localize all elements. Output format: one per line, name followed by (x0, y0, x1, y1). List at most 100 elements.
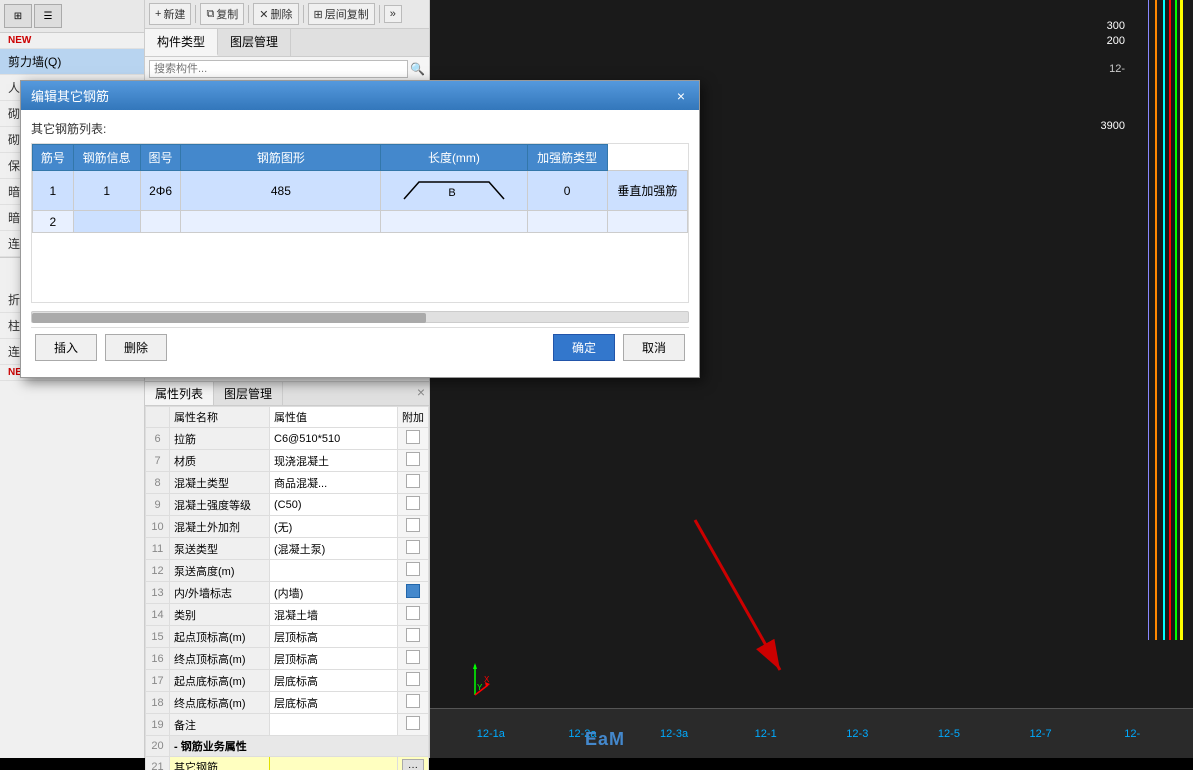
dialog-title: 编辑其它钢筋 (31, 86, 109, 105)
sidebar-new-label1: NEW (0, 33, 144, 49)
toolbar-sep4 (379, 5, 380, 23)
col-num-header (146, 407, 170, 428)
tab-component-type[interactable]: 构件类型 (145, 29, 218, 56)
middle-tabs: 构件类型 图层管理 (145, 29, 429, 57)
axis-label-12-7: 12-7 (1000, 728, 1082, 740)
checkbox[interactable] (406, 562, 420, 576)
checkbox[interactable] (406, 518, 420, 532)
list-view-btn[interactable]: ☰ (34, 4, 62, 28)
coordinate-icon: Y X (460, 660, 490, 700)
row1-shape: B (381, 171, 527, 211)
table-row: 15起点顶标高(m)层顶标高 (146, 626, 429, 648)
checkbox[interactable] (406, 672, 420, 686)
axis-label-12-1: 12-1 (725, 728, 807, 740)
insert-button[interactable]: 插入 (35, 334, 97, 361)
checkbox[interactable] (406, 694, 420, 708)
more-button[interactable]: » (384, 5, 402, 23)
checkbox[interactable] (406, 540, 420, 554)
table-row: 11泵送类型(混凝土泵) (146, 538, 429, 560)
tab-layer-manage[interactable]: 图层管理 (218, 29, 291, 56)
toolbar-sep3 (303, 5, 304, 23)
row2-bar-info (140, 211, 181, 233)
table-row: 17起点底标高(m)层底标高 (146, 670, 429, 692)
row1-num: 1 (33, 171, 74, 211)
axis-label-12-3: 12-3 (817, 728, 899, 740)
axis-label-12-5: 12-5 (908, 728, 990, 740)
middle-toolbar: + 新建 ⧉ 复制 ✕ 删除 ⊞ 层间复制 » (145, 0, 429, 29)
svg-text:X: X (484, 675, 490, 684)
col-add-header: 附加 (398, 407, 429, 428)
checkbox[interactable] (406, 452, 420, 466)
grid-view-btn[interactable]: ⊞ (4, 4, 32, 28)
table-row-other-rebar: 21其它钢筋··· (146, 757, 429, 770)
cad-num-3900: 3900 (1101, 120, 1125, 132)
svg-text:B: B (448, 187, 455, 199)
search-box: 🔍 (145, 57, 429, 82)
cad-num-12: 12- (1109, 60, 1125, 80)
col-fig-num-header: 图号 (140, 145, 181, 171)
search-input[interactable] (149, 60, 408, 78)
floor-copy-button[interactable]: ⊞ 层间复制 (308, 3, 375, 25)
new-button[interactable]: + 新建 (149, 3, 191, 25)
table-row: 13内/外墙标志(内墙) (146, 582, 429, 604)
delete-icon: ✕ (259, 8, 268, 21)
col-name-header: 属性名称 (170, 407, 270, 428)
rebar-table: 筋号 钢筋信息 图号 钢筋图形 长度(mm) 加强筋类型 1 1 2Φ6 485 (32, 144, 688, 233)
checkbox-checked[interactable] (406, 584, 420, 598)
dots-button[interactable]: ··· (402, 759, 424, 770)
table-row-group: 20- 钢筋业务属性 (146, 736, 429, 757)
axis-label-12-x: 12- (1091, 728, 1173, 740)
dialog-close-btn[interactable]: × (673, 88, 689, 104)
rebar-row-2[interactable]: 2 (33, 211, 688, 233)
rebar-shape-svg: B (394, 174, 514, 204)
table-row: 8混凝土类型商品混凝... (146, 472, 429, 494)
prop-tab-list[interactable]: 属性列表 (145, 382, 214, 405)
row2-length (527, 211, 607, 233)
table-row: 7材质现浇混凝土 (146, 450, 429, 472)
checkbox[interactable] (406, 650, 420, 664)
sidebar-item-shear-wall[interactable]: 剪力墙(Q) (0, 49, 144, 75)
prop-tabs: 属性列表 图层管理 (145, 382, 429, 406)
delete-button[interactable]: ✕ 删除 (253, 3, 298, 25)
watermark-text: EaM (585, 729, 625, 750)
checkbox[interactable] (406, 628, 420, 642)
rebar-table-scroll[interactable]: 筋号 钢筋信息 图号 钢筋图形 长度(mm) 加强筋类型 1 1 2Φ6 485 (31, 143, 689, 303)
toolbar-sep1 (195, 5, 196, 23)
confirm-button[interactable]: 确定 (553, 334, 615, 361)
row2-fig-num (181, 211, 381, 233)
col-bar-info-header: 钢筋信息 (73, 145, 140, 171)
col-reinforce-header: 加强筋类型 (527, 145, 607, 171)
row2-bar-num[interactable] (73, 211, 140, 233)
table-row: 6拉筋C6@510*510 (146, 428, 429, 450)
search-icon: 🔍 (410, 62, 425, 76)
row1-bar-num[interactable]: 1 (73, 171, 140, 211)
dialog-titlebar: 编辑其它钢筋 × (21, 81, 699, 110)
cancel-button[interactable]: 取消 (623, 334, 685, 361)
panel-close-btn[interactable]: × (417, 384, 425, 400)
table-row: 19备注 (146, 714, 429, 736)
checkbox[interactable] (406, 606, 420, 620)
axis-label-12-1a: 12-1a (450, 728, 532, 740)
new-icon: + (155, 8, 161, 20)
table-row: 18终点底标高(m)层底标高 (146, 692, 429, 714)
copy-button[interactable]: ⧉ 复制 (200, 3, 244, 25)
checkbox[interactable] (406, 716, 420, 730)
dialog-body: 其它钢筋列表: 筋号 钢筋信息 图号 钢筋图形 长度(mm) 加强筋类型 (21, 110, 699, 377)
checkbox[interactable] (406, 474, 420, 488)
cad-num-200: 200 (1107, 35, 1125, 47)
rebar-row-1[interactable]: 1 1 2Φ6 485 B 0 垂直加强筋 (33, 171, 688, 211)
delete-button-dialog[interactable]: 删除 (105, 334, 167, 361)
col-length-header: 长度(mm) (381, 145, 527, 171)
checkbox[interactable] (406, 430, 420, 444)
horizontal-scrollbar[interactable] (31, 311, 689, 323)
prop-tab-layer[interactable]: 图层管理 (214, 382, 283, 405)
row2-num: 2 (33, 211, 74, 233)
floor-copy-icon: ⊞ (314, 8, 323, 21)
copy-icon: ⧉ (206, 8, 214, 21)
row1-bar-info: 2Φ6 (140, 171, 181, 211)
toolbar-sep2 (248, 5, 249, 23)
sidebar-toolbar: ⊞ ☰ (0, 0, 144, 33)
col-shape-header: 钢筋图形 (181, 145, 381, 171)
row1-length[interactable]: 0 (527, 171, 607, 211)
checkbox[interactable] (406, 496, 420, 510)
